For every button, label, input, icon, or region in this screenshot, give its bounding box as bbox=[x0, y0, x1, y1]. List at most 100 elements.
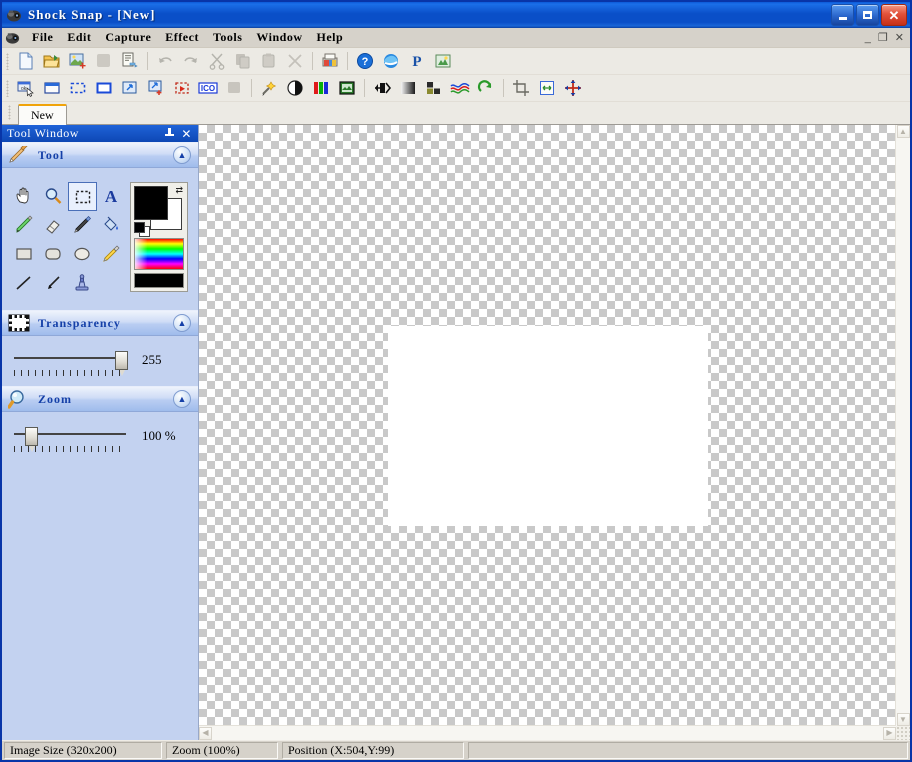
capture-region-icon[interactable] bbox=[66, 77, 90, 99]
chevron-up-icon[interactable]: ▲ bbox=[173, 390, 191, 408]
rotate-icon[interactable] bbox=[474, 77, 498, 99]
register-icon[interactable] bbox=[431, 50, 455, 72]
print-icon[interactable] bbox=[318, 50, 342, 72]
pencil-tool-icon[interactable] bbox=[10, 211, 37, 238]
rectangle-tool-icon[interactable] bbox=[10, 240, 37, 267]
invert-icon[interactable] bbox=[370, 77, 394, 99]
stamp-tool-icon[interactable] bbox=[68, 269, 95, 296]
menu-item-tools[interactable]: Tools bbox=[206, 29, 249, 46]
menu-item-edit[interactable]: Edit bbox=[60, 29, 98, 46]
line-tool-icon[interactable] bbox=[10, 269, 37, 296]
close-icon[interactable]: ✕ bbox=[181, 128, 192, 140]
zoom-section-body: 100 % bbox=[2, 412, 198, 462]
document-tab-strip: New bbox=[2, 102, 910, 125]
scroll-down-button[interactable]: ▼ bbox=[896, 713, 910, 726]
chevron-up-icon[interactable]: ▲ bbox=[173, 314, 191, 332]
pin-icon[interactable] bbox=[165, 128, 175, 139]
capture-scroll-icon[interactable] bbox=[118, 77, 142, 99]
close-button[interactable]: ✕ bbox=[881, 4, 907, 26]
mosaic-icon[interactable] bbox=[422, 77, 446, 99]
chevron-up-icon[interactable]: ▲ bbox=[173, 146, 191, 164]
swap-colors-icon[interactable]: ⇄ bbox=[175, 186, 183, 195]
horizontal-scrollbar[interactable]: ◀ ▶ bbox=[199, 725, 896, 740]
minimize-button[interactable] bbox=[831, 4, 854, 26]
ellipse-tool-icon[interactable] bbox=[68, 240, 95, 267]
resize-grip[interactable] bbox=[896, 726, 910, 740]
save-as-icon[interactable] bbox=[118, 50, 142, 72]
tabstrip-grip[interactable] bbox=[8, 105, 11, 120]
contrast-icon[interactable] bbox=[283, 77, 307, 99]
foreground-color-swatch[interactable] bbox=[134, 186, 168, 220]
svg-text:ICO: ICO bbox=[201, 84, 215, 93]
grayscale-icon[interactable] bbox=[396, 77, 420, 99]
image-canvas[interactable] bbox=[388, 326, 708, 526]
wave-effect-icon[interactable] bbox=[448, 77, 472, 99]
status-extra bbox=[468, 742, 908, 759]
zoom-slider[interactable] bbox=[14, 426, 126, 452]
zoom-tool-icon[interactable] bbox=[39, 182, 66, 209]
rgb-channels-icon[interactable] bbox=[309, 77, 333, 99]
default-colors-icon[interactable] bbox=[134, 222, 150, 237]
open-image-icon[interactable] bbox=[66, 50, 90, 72]
mdi-restore-button[interactable]: ❐ bbox=[878, 32, 888, 43]
arrow-tool-icon[interactable] bbox=[39, 269, 66, 296]
window-title: Shock Snap - [New] bbox=[28, 7, 156, 22]
rounded-rect-tool-icon[interactable] bbox=[39, 240, 66, 267]
canvas-area[interactable]: ▲ ▼ ◀ ▶ bbox=[199, 125, 910, 740]
tab-label: New bbox=[31, 108, 54, 122]
section-header-zoom[interactable]: Zoom ▲ bbox=[2, 386, 198, 412]
move-resize-icon[interactable] bbox=[561, 77, 585, 99]
new-file-icon[interactable] bbox=[14, 50, 38, 72]
main-toolbar: ? P bbox=[2, 48, 910, 75]
select-tool-icon[interactable] bbox=[68, 182, 97, 211]
capture-window-icon[interactable] bbox=[40, 77, 64, 99]
toolbar-grip[interactable] bbox=[6, 52, 9, 70]
zoom-slider-thumb[interactable] bbox=[25, 427, 39, 452]
transparency-slider[interactable] bbox=[14, 350, 128, 376]
capture-object-icon[interactable]: ok bbox=[14, 77, 38, 99]
section-header-tool[interactable]: Tool ▲ bbox=[2, 142, 198, 168]
color-swatch-panel[interactable]: ⇄ bbox=[130, 182, 188, 292]
hand-tool-icon[interactable] bbox=[10, 182, 37, 209]
current-color-bar[interactable] bbox=[134, 273, 184, 288]
capture-scroll-add-icon[interactable] bbox=[144, 77, 168, 99]
menu-item-window[interactable]: Window bbox=[249, 29, 309, 46]
foreground-background-colors[interactable]: ⇄ bbox=[134, 186, 184, 237]
paypal-icon[interactable]: P bbox=[405, 50, 429, 72]
menu-item-capture[interactable]: Capture bbox=[98, 29, 158, 46]
help-icon[interactable]: ? bbox=[353, 50, 377, 72]
menu-item-effect[interactable]: Effect bbox=[158, 29, 206, 46]
vertical-scrollbar[interactable]: ▲ ▼ bbox=[895, 125, 910, 726]
scroll-right-button[interactable]: ▶ bbox=[883, 726, 896, 740]
menu-item-file[interactable]: File bbox=[25, 29, 60, 46]
transparency-slider-thumb[interactable] bbox=[115, 351, 128, 376]
open-file-icon[interactable] bbox=[40, 50, 64, 72]
eraser-tool-icon[interactable] bbox=[39, 211, 66, 238]
image-adjust-icon[interactable] bbox=[335, 77, 359, 99]
color-picker-tool-icon[interactable] bbox=[97, 240, 124, 267]
mdi-minimize-button[interactable]: _ bbox=[865, 32, 871, 43]
text-tool-icon[interactable]: A bbox=[97, 182, 124, 209]
capture-video-icon[interactable] bbox=[170, 77, 194, 99]
scroll-left-button[interactable]: ◀ bbox=[199, 726, 212, 740]
tab-new[interactable]: New bbox=[18, 104, 67, 125]
menu-item-help[interactable]: Help bbox=[310, 29, 351, 46]
browser-icon[interactable] bbox=[379, 50, 403, 72]
scroll-up-button[interactable]: ▲ bbox=[896, 125, 910, 138]
color-gradient-picker[interactable] bbox=[134, 238, 184, 270]
magic-wand-icon[interactable] bbox=[257, 77, 281, 99]
toolbar-separator bbox=[312, 52, 313, 70]
capture-fullscreen-icon[interactable] bbox=[92, 77, 116, 99]
resize-width-icon[interactable] bbox=[535, 77, 559, 99]
mdi-close-button[interactable]: ✕ bbox=[895, 32, 904, 43]
crop-icon[interactable] bbox=[509, 77, 533, 99]
brush-tool-icon[interactable] bbox=[68, 211, 95, 238]
capture-icon-icon[interactable]: ICO bbox=[196, 77, 220, 99]
section-header-transparency[interactable]: Transparency ▲ bbox=[2, 310, 198, 336]
maximize-button[interactable] bbox=[856, 4, 879, 26]
fill-tool-icon[interactable] bbox=[97, 211, 124, 238]
toolbar-grip[interactable] bbox=[6, 79, 9, 97]
app-icon-small[interactable] bbox=[5, 30, 21, 46]
zoom-value: 100 % bbox=[142, 428, 176, 443]
title-bar: Shock Snap - [New] ✕ bbox=[2, 2, 910, 28]
